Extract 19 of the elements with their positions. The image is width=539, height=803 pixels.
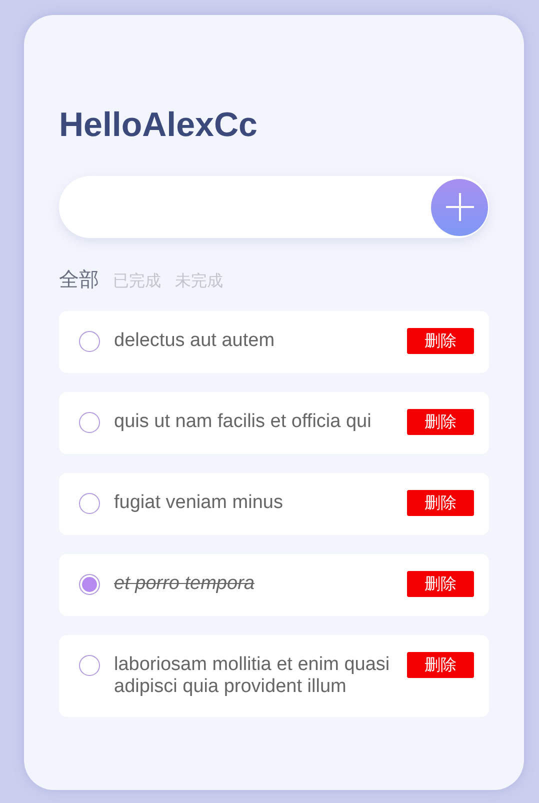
delete-button[interactable]: 删除 — [407, 571, 474, 597]
checkbox[interactable] — [79, 574, 100, 595]
checkbox[interactable] — [79, 412, 100, 433]
plus-icon — [444, 192, 474, 222]
filter-tab[interactable]: 全部 — [59, 266, 99, 293]
delete-button[interactable]: 删除 — [407, 652, 474, 678]
todo-text: delectus aut autem — [114, 330, 276, 352]
todo-text: laboriosam mollitia et enim quasi adipisci quia provident illum — [114, 654, 391, 698]
app-title: HelloAlexCc — [59, 105, 258, 146]
todo-text: fugiat veniam minus — [114, 492, 284, 514]
delete-button[interactable]: 删除 — [407, 409, 474, 435]
add-button[interactable] — [431, 178, 488, 236]
delete-button[interactable]: 删除 — [407, 328, 474, 354]
checkbox[interactable] — [79, 331, 100, 352]
checkbox[interactable] — [79, 655, 100, 676]
checkbox[interactable] — [79, 493, 100, 514]
delete-button[interactable]: 删除 — [407, 490, 474, 516]
todo-text: et porro tempora — [114, 573, 256, 595]
todo-text: quis ut nam facilis et officia qui — [114, 411, 372, 433]
